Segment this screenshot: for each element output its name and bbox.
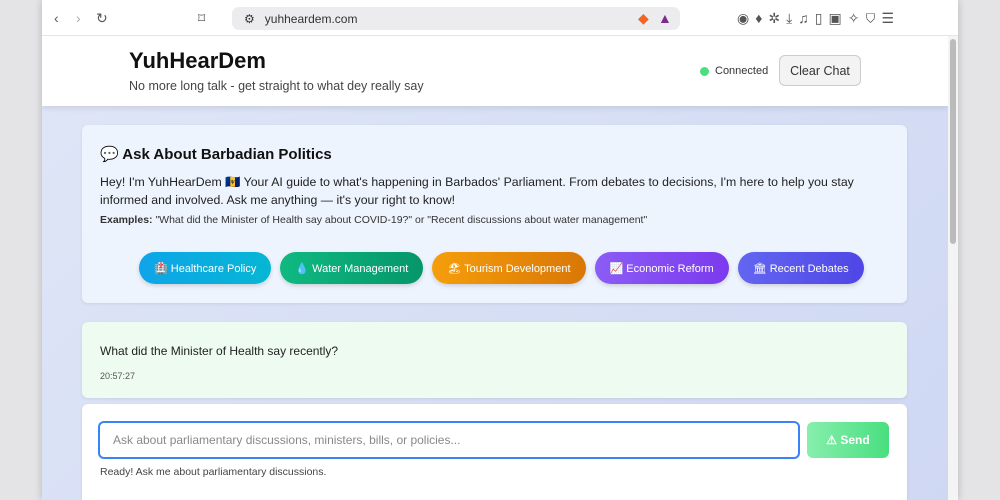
bookmark-icon[interactable]: ⌑	[198, 10, 205, 27]
status-dot-icon	[700, 66, 709, 76]
examples-text: "What did the Minister of Health say abo…	[155, 214, 648, 226]
browser-toolbar: ‹ › ↻ ⌑ ⚙ yuhheardem.com ◆ ▲ ◉♦✲⤓♫▯▣✧⛉☰	[42, 0, 958, 36]
examples-label: Examples:	[100, 214, 153, 226]
question-input[interactable]	[98, 421, 800, 459]
scrollbar-thumb[interactable]	[950, 39, 956, 244]
input-area: ⚠ Send Ready! Ask me about parliamentary…	[82, 404, 907, 500]
intro-card: 💬 Ask About Barbadian Politics Hey! I'm …	[82, 125, 907, 303]
forward-icon[interactable]: ›	[76, 10, 81, 26]
app-header: YuhHearDem No more long talk - get strai…	[42, 36, 948, 106]
clear-chat-button[interactable]: Clear Chat	[779, 55, 861, 86]
brave-shield-icon[interactable]: ◆	[638, 10, 649, 27]
message-text: What did the Minister of Health say rece…	[100, 344, 339, 358]
chip-recent-debates[interactable]: 🏛 Recent Debates	[737, 252, 864, 284]
browser-window: ‹ › ↻ ⌑ ⚙ yuhheardem.com ◆ ▲ ◉♦✲⤓♫▯▣✧⛉☰ Y…	[42, 0, 958, 500]
app-title: YuhHearDem	[129, 48, 266, 73]
reload-icon[interactable]: ↻	[96, 10, 108, 27]
extensions-icons[interactable]: ◉♦✲⤓♫▯▣✧⛉☰	[737, 10, 900, 27]
chat-bubble-icon: 💬	[100, 146, 123, 163]
intro-text: Hey! I'm YuhHearDem 🇧🇧 Your AI guide to …	[100, 175, 854, 207]
chip-healthcare-policy[interactable]: 🏥 Healthcare Policy	[139, 252, 272, 284]
address-bar[interactable]: ⚙ yuhheardem.com	[232, 7, 680, 30]
scrollbar[interactable]	[948, 36, 958, 500]
chip-economic-reform[interactable]: 📈 Economic Reform	[594, 252, 729, 284]
message-time: 20:57:27	[100, 371, 136, 381]
intro-heading-text: Ask About Barbadian Politics	[122, 146, 332, 163]
user-message: What did the Minister of Health say rece…	[82, 322, 907, 398]
intro-heading: 💬 Ask About Barbadian Politics	[100, 145, 332, 163]
send-button[interactable]: ⚠ Send	[807, 422, 889, 458]
back-icon[interactable]: ‹	[54, 10, 59, 26]
examples: Examples: "What did the Minister of Heal…	[100, 214, 647, 226]
url-text: yuhheardem.com	[264, 11, 358, 26]
topic-chips: 🏥 Healthcare Policy 💧 Water Management 🏖…	[139, 252, 864, 284]
status-text: Connected	[715, 65, 769, 77]
brave-rewards-icon[interactable]: ▲	[658, 10, 672, 26]
chip-tourism-development[interactable]: 🏖 Tourism Development	[432, 252, 586, 284]
page: YuhHearDem No more long talk - get strai…	[42, 36, 948, 500]
site-settings-icon[interactable]: ⚙	[244, 12, 255, 26]
connection-status: Connected	[700, 65, 768, 77]
app-subtitle: No more long talk - get straight to what…	[129, 79, 424, 93]
input-status: Ready! Ask me about parliamentary discus…	[100, 466, 327, 478]
chip-water-management[interactable]: 💧 Water Management	[280, 252, 424, 284]
